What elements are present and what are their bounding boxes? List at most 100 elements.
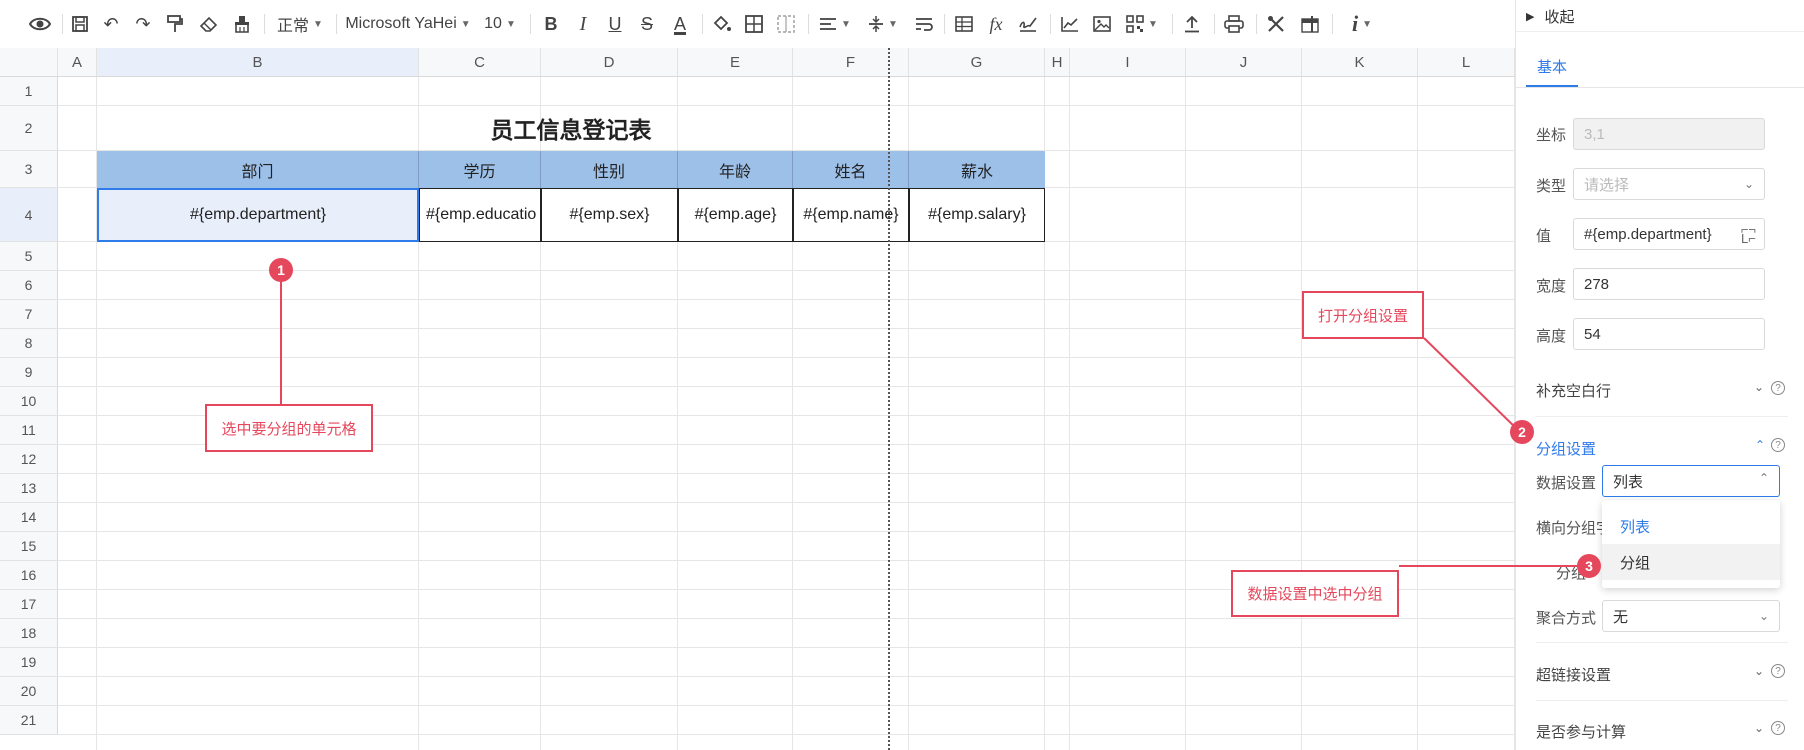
row-header-15[interactable]: 15: [0, 532, 58, 561]
participate-calc-section[interactable]: 是否参与计算: [1536, 721, 1626, 742]
help-icon[interactable]: ?: [1771, 721, 1785, 735]
table-icon[interactable]: [950, 8, 978, 40]
row-header-20[interactable]: 20: [0, 677, 58, 706]
row-header-5[interactable]: 5: [0, 242, 58, 271]
underline-icon[interactable]: U: [602, 8, 628, 40]
format-painter-icon[interactable]: [162, 8, 188, 40]
bold-icon[interactable]: B: [538, 8, 564, 40]
width-input[interactable]: 278: [1573, 268, 1765, 300]
row-header-13[interactable]: 13: [0, 474, 58, 503]
redo-icon[interactable]: ↷: [130, 8, 156, 40]
data-cell-name[interactable]: #{emp.name}: [793, 188, 909, 242]
freeze-pane-icon[interactable]: [1296, 8, 1324, 40]
row-header-17[interactable]: 17: [0, 590, 58, 619]
row-header-7[interactable]: 7: [0, 300, 58, 329]
border-icon[interactable]: [740, 8, 768, 40]
column-header-J[interactable]: J: [1186, 48, 1302, 77]
print-icon[interactable]: [1220, 8, 1248, 40]
upload-icon[interactable]: [1178, 8, 1206, 40]
chevron-up-icon[interactable]: ⌃: [1755, 438, 1765, 452]
strikethrough-icon[interactable]: S: [634, 8, 660, 40]
row-header-11[interactable]: 11: [0, 416, 58, 445]
text-wrap-icon[interactable]: [910, 8, 938, 40]
fill-blank-rows-section[interactable]: 补充空白行: [1536, 380, 1611, 401]
chevron-down-icon[interactable]: ⌄: [1754, 380, 1764, 394]
tools-icon[interactable]: [1262, 8, 1290, 40]
text-style-select[interactable]: 正常 ▼: [272, 8, 328, 40]
image-icon[interactable]: [1088, 8, 1116, 40]
font-family-select[interactable]: Microsoft YaHei ▼: [344, 8, 472, 40]
expand-icon[interactable]: ⌐¬ L⌐: [1741, 223, 1756, 245]
row-header-16[interactable]: 16: [0, 561, 58, 590]
header-cell-name[interactable]: 姓名: [793, 151, 909, 188]
undo-icon[interactable]: ↶: [98, 8, 124, 40]
save-icon[interactable]: [68, 8, 92, 40]
info-icon[interactable]: i ▼: [1340, 8, 1384, 40]
header-cell-salary[interactable]: 薪水: [909, 151, 1045, 188]
column-header-L[interactable]: L: [1418, 48, 1515, 77]
font-size-select[interactable]: 10 ▼: [478, 8, 522, 40]
help-icon[interactable]: ?: [1771, 381, 1785, 395]
column-header-E[interactable]: E: [678, 48, 793, 77]
spreadsheet-grid[interactable]: ABCDEFGHIJKL 1 2 3 4 5 6 7 8 9 10 11 12 13 14 15 16 17 18…: [0, 48, 1515, 750]
preview-eye-icon[interactable]: [26, 8, 54, 40]
group-settings-section[interactable]: 分组设置: [1536, 438, 1596, 459]
column-header-B[interactable]: B: [97, 48, 419, 77]
row-header-6[interactable]: 6: [0, 271, 58, 300]
tab-basic[interactable]: 基本: [1526, 56, 1578, 77]
dropdown-option-list[interactable]: 列表: [1602, 508, 1780, 544]
header-cell-department[interactable]: 部门: [97, 151, 419, 188]
dropdown-option-group[interactable]: 分组: [1602, 544, 1780, 580]
chart-icon[interactable]: [1056, 8, 1084, 40]
function-fx-icon[interactable]: fx: [982, 8, 1010, 40]
row-header-1[interactable]: 1: [0, 77, 58, 106]
merge-cells-icon[interactable]: [772, 8, 800, 40]
type-select[interactable]: 请选择 ⌄: [1573, 168, 1765, 200]
clear-format-icon[interactable]: [228, 8, 256, 40]
row-header-12[interactable]: 12: [0, 445, 58, 474]
eraser-icon[interactable]: [196, 8, 222, 40]
help-icon[interactable]: ?: [1771, 438, 1785, 452]
collapse-toggle[interactable]: ▶ 收起: [1526, 6, 1574, 26]
column-header-C[interactable]: C: [419, 48, 541, 77]
aggregate-select[interactable]: 无 ⌄: [1602, 600, 1780, 632]
header-cell-education[interactable]: 学历: [419, 151, 541, 188]
data-cell-sex[interactable]: #{emp.sex}: [541, 188, 678, 242]
help-icon[interactable]: ?: [1771, 664, 1785, 678]
italic-icon[interactable]: I: [570, 8, 596, 40]
chevron-down-icon[interactable]: ⌄: [1754, 721, 1764, 735]
header-cell-age[interactable]: 年龄: [678, 151, 793, 188]
column-header-G[interactable]: G: [909, 48, 1045, 77]
column-header-F[interactable]: F: [793, 48, 909, 77]
row-header-14[interactable]: 14: [0, 503, 58, 532]
font-color-icon[interactable]: A: [666, 8, 694, 40]
column-header-H[interactable]: H: [1045, 48, 1070, 77]
barcode-qrcode-icon[interactable]: ▼: [1120, 8, 1164, 40]
select-all-corner[interactable]: [0, 48, 58, 77]
data-cell-age[interactable]: #{emp.age}: [678, 188, 793, 242]
data-cell-salary[interactable]: #{emp.salary}: [909, 188, 1045, 242]
row-header-4[interactable]: 4: [0, 188, 58, 242]
sheet-title[interactable]: 员工信息登记表: [97, 107, 1045, 149]
row-header-19[interactable]: 19: [0, 648, 58, 677]
chevron-down-icon[interactable]: ⌄: [1754, 664, 1764, 678]
column-header-I[interactable]: I: [1070, 48, 1186, 77]
row-header-21[interactable]: 21: [0, 706, 58, 735]
height-input[interactable]: 54: [1573, 318, 1765, 350]
fill-color-icon[interactable]: [708, 8, 736, 40]
header-cell-sex[interactable]: 性别: [541, 151, 678, 188]
hyperlink-section[interactable]: 超链接设置: [1536, 664, 1611, 685]
data-cell-education[interactable]: #{emp.educatio: [419, 188, 541, 242]
vertical-align-icon[interactable]: ▼: [862, 8, 904, 40]
column-header-K[interactable]: K: [1302, 48, 1418, 77]
row-header-8[interactable]: 8: [0, 329, 58, 358]
signature-icon[interactable]: [1014, 8, 1042, 40]
row-header-2[interactable]: 2: [0, 106, 58, 151]
data-settings-select[interactable]: 列表 ⌃: [1602, 465, 1780, 497]
column-header-A[interactable]: A: [58, 48, 97, 77]
row-header-3[interactable]: 3: [0, 151, 58, 188]
row-header-9[interactable]: 9: [0, 358, 58, 387]
column-header-D[interactable]: D: [541, 48, 678, 77]
horizontal-align-icon[interactable]: ▼: [814, 8, 856, 40]
selected-cell-department[interactable]: #{emp.department}: [97, 188, 419, 242]
